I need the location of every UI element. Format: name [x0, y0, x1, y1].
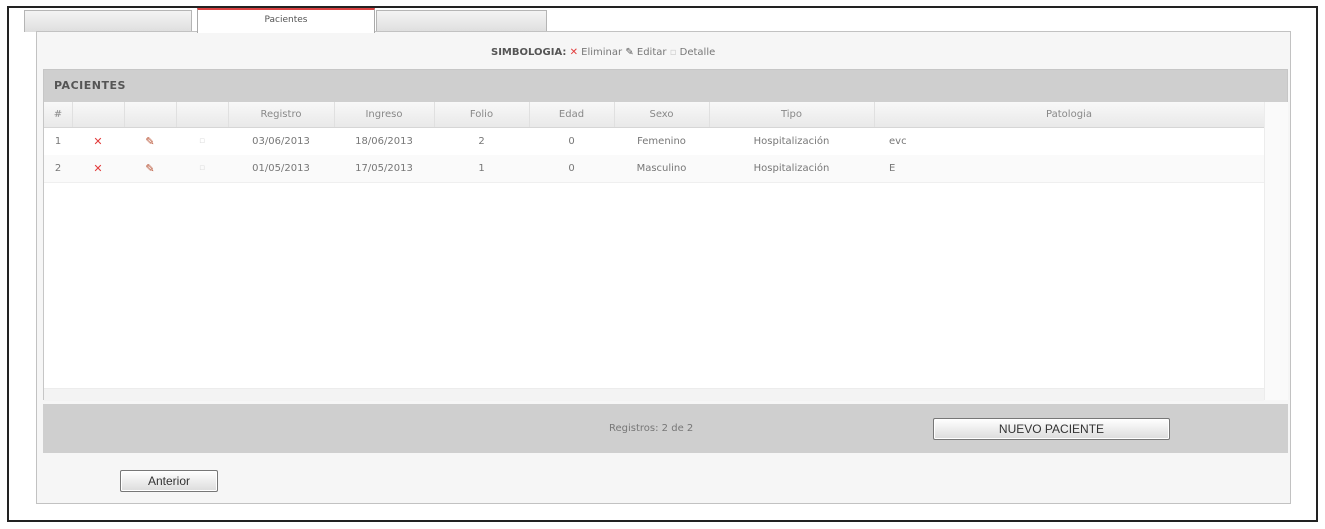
horizontal-scrollbar[interactable] — [44, 388, 1264, 401]
edit-icon: ✎ — [625, 47, 634, 58]
legend-title: SIMBOLOGIA: — [491, 47, 567, 58]
legend-edit-label: Editar — [636, 47, 667, 58]
cell-patologia: evc — [889, 136, 907, 147]
column-header-edad[interactable]: Edad — [529, 102, 615, 127]
cell-folio: 1 — [478, 163, 485, 174]
detail-icon[interactable]: ▫ — [176, 155, 228, 182]
cell-tipo: Hospitalización — [753, 136, 830, 147]
cell-ingreso: 17/05/2013 — [355, 163, 413, 174]
cell-registro: 03/06/2013 — [252, 136, 310, 147]
previous-button[interactable]: Anterior — [120, 470, 218, 492]
column-header-sexo[interactable]: Sexo — [614, 102, 710, 127]
tab-previous[interactable] — [24, 10, 192, 32]
tab-pacientes[interactable]: Pacientes — [197, 8, 375, 33]
column-header-folio[interactable]: Folio — [434, 102, 530, 127]
cell-tipo: Hospitalización — [753, 163, 830, 174]
records-count: Registros: 2 de 2 — [609, 423, 694, 434]
cell-sexo: Femenino — [637, 136, 686, 147]
symbology-legend: SIMBOLOGIA: ✕ Eliminar ✎ Editar ▫ Detall… — [491, 47, 715, 58]
legend-detail-label: Detalle — [679, 47, 716, 58]
cell-ingreso: 18/06/2013 — [355, 136, 413, 147]
column-header-tipo[interactable]: Tipo — [709, 102, 875, 127]
column-header-patologia[interactable]: Patologia — [874, 102, 1264, 127]
cell-edad: 0 — [568, 136, 575, 147]
delete-icon[interactable]: ✕ — [72, 155, 124, 182]
tab-next[interactable] — [376, 10, 547, 32]
cell-patologia: E — [889, 163, 896, 174]
grid-header: # Registro Ingreso Folio Edad Sexo Tipo … — [44, 102, 1264, 128]
new-patient-button[interactable]: NUEVO PACIENTE — [933, 418, 1170, 440]
column-header-edit — [124, 102, 177, 127]
vertical-scrollbar[interactable] — [1264, 102, 1288, 400]
detail-icon: ▫ — [669, 47, 677, 58]
scrollbar-thumb[interactable] — [1269, 142, 1283, 382]
table-row[interactable]: 2 ✕ ✎ ▫ 01/05/2013 17/05/2013 1 0 Mascul… — [44, 155, 1264, 183]
delete-icon: ✕ — [569, 47, 578, 58]
detail-icon[interactable]: ▫ — [176, 128, 228, 155]
cell-registro: 01/05/2013 — [252, 163, 310, 174]
cell-sexo: Masculino — [636, 163, 687, 174]
legend-delete-label: Eliminar — [581, 47, 623, 58]
patients-grid: PACIENTES # Registro Ingreso Folio Edad … — [43, 69, 1288, 401]
delete-icon[interactable]: ✕ — [72, 128, 124, 155]
column-header-delete — [72, 102, 125, 127]
row-number: 1 — [54, 136, 62, 147]
column-header-detail — [176, 102, 229, 127]
column-header-registro[interactable]: Registro — [228, 102, 335, 127]
cell-folio: 2 — [478, 136, 485, 147]
table-row[interactable]: 1 ✕ ✎ ▫ 03/06/2013 18/06/2013 2 0 Femeni… — [44, 128, 1264, 156]
cell-edad: 0 — [568, 163, 575, 174]
edit-icon[interactable]: ✎ — [124, 155, 176, 182]
tab-label: Pacientes — [264, 15, 308, 25]
column-header-number[interactable]: # — [44, 102, 73, 127]
edit-icon[interactable]: ✎ — [124, 128, 176, 155]
row-number: 2 — [54, 163, 62, 174]
column-header-ingreso[interactable]: Ingreso — [334, 102, 435, 127]
grid-caption: PACIENTES — [44, 70, 1287, 102]
grid-footer: Registros: 2 de 2 NUEVO PACIENTE — [43, 404, 1288, 453]
